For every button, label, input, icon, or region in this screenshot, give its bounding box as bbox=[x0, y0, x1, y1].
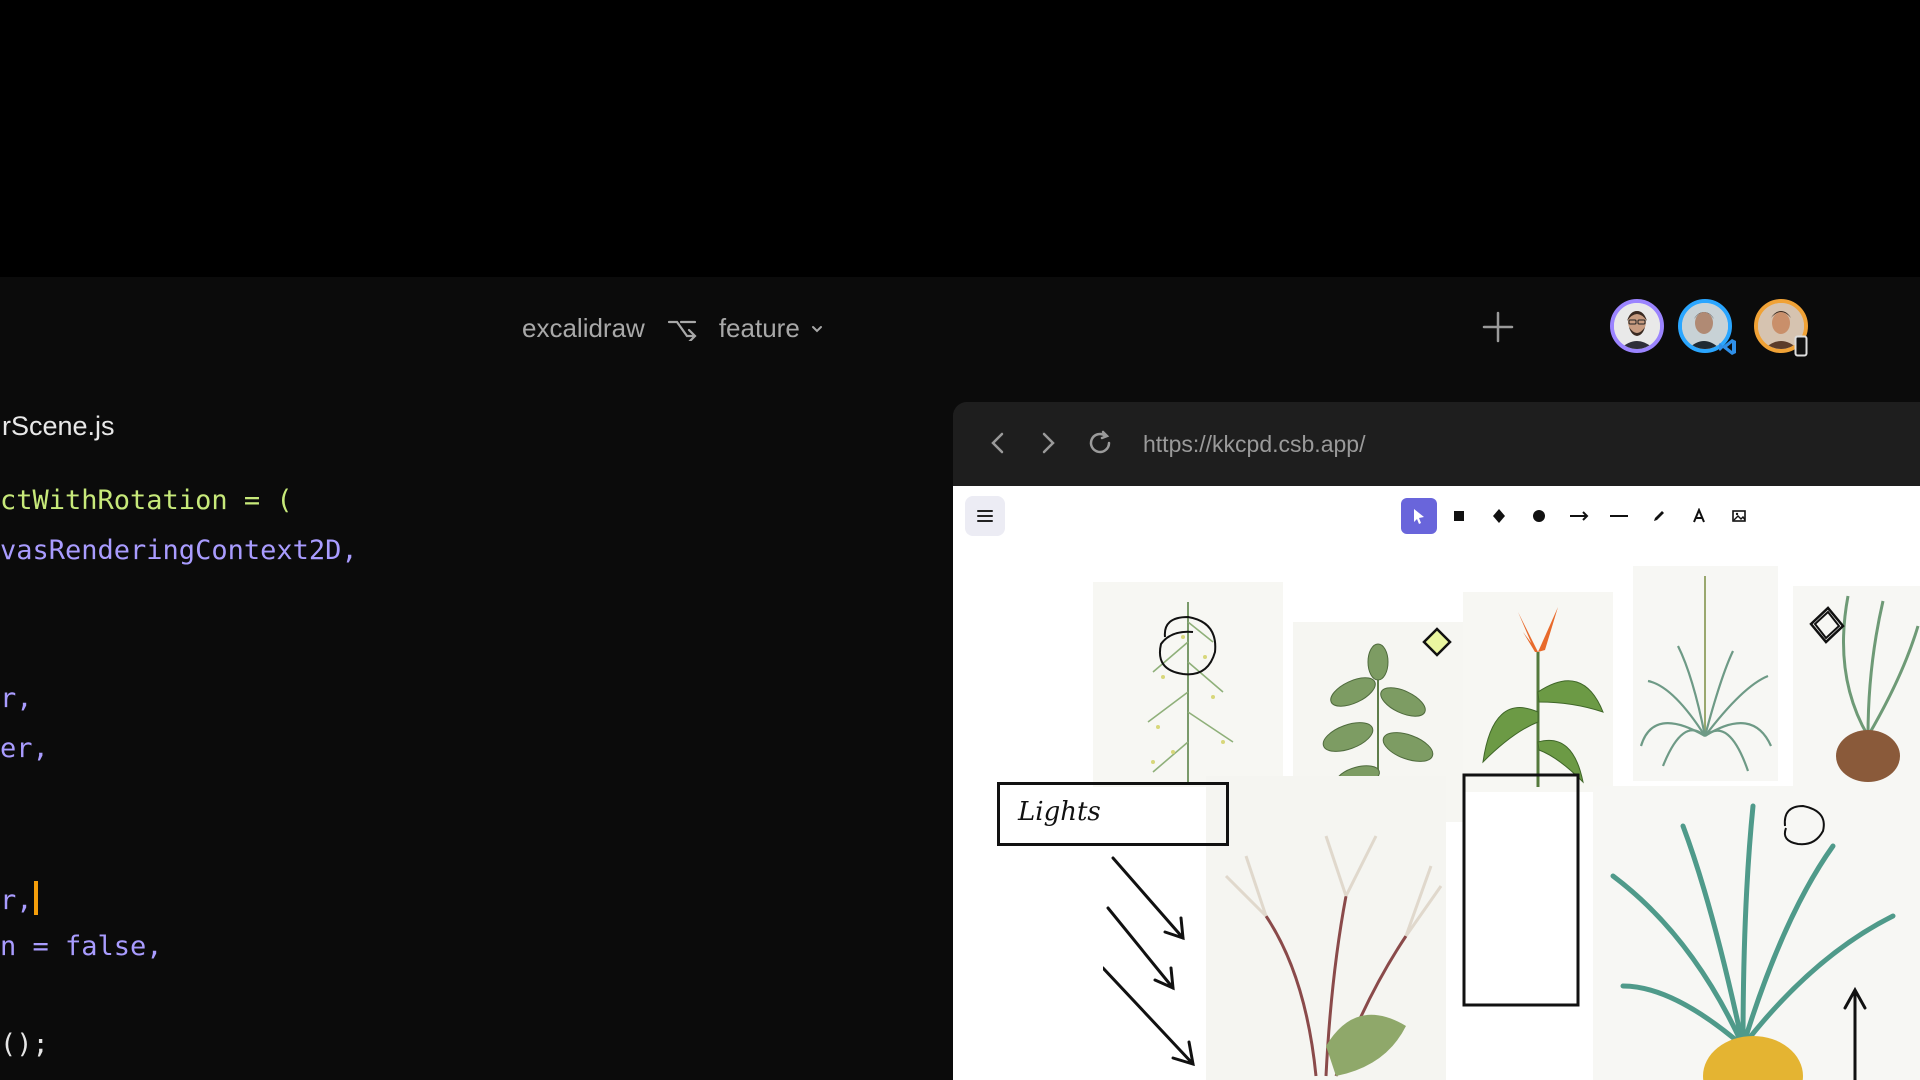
code-text: ctWithRotation = ( bbox=[0, 485, 293, 516]
tool-line[interactable] bbox=[1601, 498, 1637, 534]
plant-illustration-asparagus bbox=[1093, 582, 1283, 787]
diamond-shape bbox=[1422, 627, 1452, 657]
plus-icon[interactable] bbox=[1478, 307, 1518, 347]
collaborator-avatar-1[interactable] bbox=[1610, 299, 1664, 353]
lights-label-box[interactable]: Lights bbox=[997, 782, 1229, 846]
lights-label: Lights bbox=[1018, 797, 1101, 827]
chevron-down-icon[interactable] bbox=[810, 322, 824, 336]
pencil-icon bbox=[1654, 511, 1664, 521]
code-line-6: n = false, bbox=[0, 931, 163, 962]
code-line-3: r, bbox=[0, 683, 33, 714]
menu-button[interactable] bbox=[965, 496, 1005, 536]
tool-rectangle[interactable] bbox=[1441, 498, 1477, 534]
code-text: r, bbox=[0, 885, 33, 916]
selection-icon bbox=[1414, 509, 1424, 524]
rectangle-icon bbox=[1454, 511, 1464, 521]
code-text: n = false, bbox=[0, 931, 163, 962]
rectangle-shape bbox=[1462, 773, 1580, 1007]
excalidraw-toolbar bbox=[1401, 498, 1757, 534]
tool-selection[interactable] bbox=[1401, 498, 1437, 534]
code-text: r, bbox=[0, 683, 33, 714]
plant-illustration-lily bbox=[1206, 776, 1446, 1080]
diamond-icon bbox=[1493, 509, 1505, 523]
tool-arrow[interactable] bbox=[1561, 498, 1597, 534]
ellipse-icon bbox=[1533, 510, 1545, 522]
tool-ellipse[interactable] bbox=[1521, 498, 1557, 534]
code-line-7: (); bbox=[0, 1029, 49, 1060]
tool-text[interactable] bbox=[1681, 498, 1717, 534]
project-switcher[interactable]: excalidraw feature bbox=[522, 313, 824, 344]
plant-illustration-bulb bbox=[1793, 586, 1920, 786]
arrows-drawing bbox=[1103, 856, 1195, 1066]
code-line-1: ctWithRotation = ( bbox=[0, 485, 293, 516]
code-editor[interactable]: rScene.js ctWithRotation = ( vasRenderin… bbox=[0, 377, 950, 1080]
line-icon bbox=[1610, 515, 1628, 517]
code-line-4: er, bbox=[0, 733, 49, 764]
project-name[interactable]: excalidraw bbox=[522, 313, 645, 344]
top-bar: excalidraw feature bbox=[0, 277, 1920, 377]
branch-name[interactable]: feature bbox=[719, 313, 800, 344]
code-line-2: vasRenderingContext2D, bbox=[0, 535, 358, 566]
vscode-icon bbox=[1719, 339, 1736, 355]
code-text: er, bbox=[0, 733, 49, 764]
text-cursor bbox=[33, 881, 38, 915]
tool-diamond[interactable] bbox=[1481, 498, 1517, 534]
plant-illustration-grass bbox=[1633, 566, 1778, 781]
mobile-icon bbox=[1794, 335, 1808, 357]
branch-merge-icon bbox=[667, 320, 697, 341]
hamburger-menu-icon bbox=[977, 510, 993, 522]
tool-image[interactable] bbox=[1721, 498, 1757, 534]
plant-illustration-pineapple bbox=[1593, 786, 1920, 1080]
arrow-up-drawing bbox=[1843, 986, 1867, 1080]
url-bar[interactable]: https://kkcpd.csb.app/ bbox=[1143, 431, 1365, 458]
chevron-left-icon[interactable] bbox=[983, 428, 1013, 458]
excalidraw-canvas[interactable]: Lights bbox=[953, 486, 1920, 1080]
file-tab-name[interactable]: rScene.js bbox=[2, 411, 115, 442]
code-text: vasRenderingContext2D, bbox=[0, 535, 358, 566]
arrow-icon bbox=[1570, 511, 1589, 521]
preview-browser: https://kkcpd.csb.app/ Lights bbox=[953, 402, 1920, 1080]
code-text: (); bbox=[0, 1029, 49, 1060]
text-icon bbox=[1693, 508, 1705, 523]
plant-illustration-heliconia bbox=[1463, 592, 1613, 792]
code-line-5: r, bbox=[0, 881, 38, 916]
reload-icon[interactable] bbox=[1085, 428, 1115, 458]
image-icon bbox=[1732, 510, 1746, 522]
browser-bar: https://kkcpd.csb.app/ bbox=[953, 402, 1920, 486]
chevron-right-icon[interactable] bbox=[1033, 428, 1063, 458]
top-black-area bbox=[0, 0, 1920, 277]
tool-pencil[interactable] bbox=[1641, 498, 1677, 534]
avatar-1 bbox=[1614, 303, 1660, 349]
